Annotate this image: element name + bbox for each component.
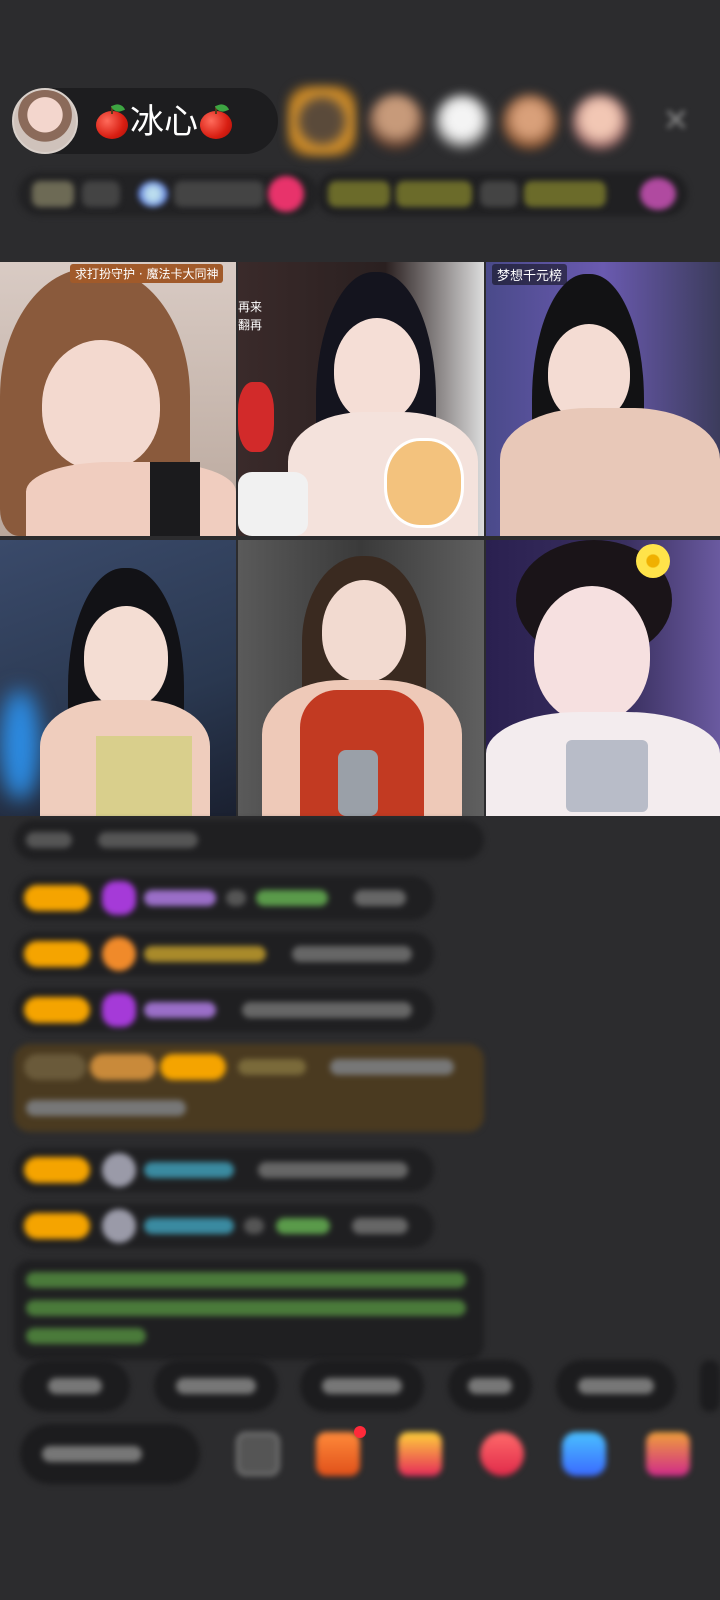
- quick-chip[interactable]: [300, 1360, 424, 1412]
- heart-icon[interactable]: [268, 176, 304, 212]
- diamond-icon: [102, 881, 136, 915]
- chat-message[interactable]: [14, 1204, 434, 1248]
- video-tile-2[interactable]: 再来 翻再: [238, 262, 484, 536]
- avatar-icon: [102, 1209, 136, 1243]
- chat-message[interactable]: [14, 932, 434, 976]
- activity-chip: [480, 181, 518, 207]
- video-tile-5[interactable]: [238, 540, 484, 816]
- level-badge: [24, 885, 90, 911]
- game-icon[interactable]: [562, 1432, 606, 1476]
- viewer-avatar[interactable]: [368, 94, 424, 150]
- avatar-icon: [102, 1153, 136, 1187]
- top-viewer-avatar[interactable]: [288, 86, 356, 156]
- quick-chip[interactable]: [700, 1360, 720, 1412]
- activity-chip: [396, 181, 472, 207]
- quick-chip[interactable]: [154, 1360, 278, 1412]
- level-chip: [32, 181, 74, 207]
- comment-input[interactable]: [20, 1424, 200, 1484]
- video-tile-1[interactable]: 求打扮守护 · 魔法卡大同神: [0, 262, 236, 536]
- apple-icon: [96, 102, 128, 139]
- heart-gift-icon[interactable]: [480, 1432, 524, 1476]
- tile-side-text: 再来 翻再: [238, 300, 263, 332]
- highlight-message[interactable]: [14, 1044, 484, 1132]
- flower-icon: [636, 544, 670, 578]
- tile-label: 梦想千元榜: [492, 264, 568, 285]
- tile-label: 求打扮守护 · 魔法卡大同神: [70, 264, 224, 283]
- box-icon[interactable]: [236, 1432, 280, 1476]
- diamond-icon: [102, 993, 136, 1027]
- quick-chip[interactable]: [20, 1360, 130, 1412]
- gift-icon[interactable]: [640, 178, 676, 210]
- chat-message[interactable]: [14, 1148, 434, 1192]
- activity-chip: [524, 181, 606, 207]
- apple-icon: [200, 102, 232, 139]
- viewer-avatar[interactable]: [502, 94, 558, 150]
- badge-icon: [138, 181, 168, 207]
- fan-icon: [102, 937, 136, 971]
- rank-text-chip: [82, 181, 120, 207]
- system-notice: [14, 1260, 484, 1360]
- quick-chip[interactable]: [448, 1360, 532, 1412]
- gift-box-icon[interactable]: [316, 1432, 360, 1476]
- level-badge: [24, 997, 90, 1023]
- level-badge: [24, 1157, 90, 1183]
- activity-chip: [328, 181, 390, 207]
- rank-text-chip: [174, 181, 264, 207]
- quick-chip[interactable]: [556, 1360, 676, 1412]
- treasure-icon[interactable]: [398, 1432, 442, 1476]
- close-icon[interactable]: ✕: [656, 100, 696, 140]
- host-name: 冰心: [130, 102, 198, 142]
- viewer-avatar[interactable]: [434, 94, 490, 150]
- level-badge: [24, 1213, 90, 1239]
- host-name-row: 冰心: [96, 100, 232, 144]
- chat-message[interactable]: [14, 876, 434, 920]
- viewer-avatar[interactable]: [572, 94, 628, 150]
- more-gift-icon[interactable]: [646, 1432, 690, 1476]
- video-tile-3[interactable]: 梦想千元榜: [486, 262, 720, 536]
- video-tile-6[interactable]: [486, 540, 720, 816]
- notification-dot: [354, 1426, 366, 1438]
- video-tile-4[interactable]: [0, 540, 236, 816]
- chat-message[interactable]: [14, 988, 434, 1032]
- host-avatar[interactable]: [12, 88, 78, 154]
- level-badge: [24, 941, 90, 967]
- chat-message[interactable]: [14, 820, 484, 860]
